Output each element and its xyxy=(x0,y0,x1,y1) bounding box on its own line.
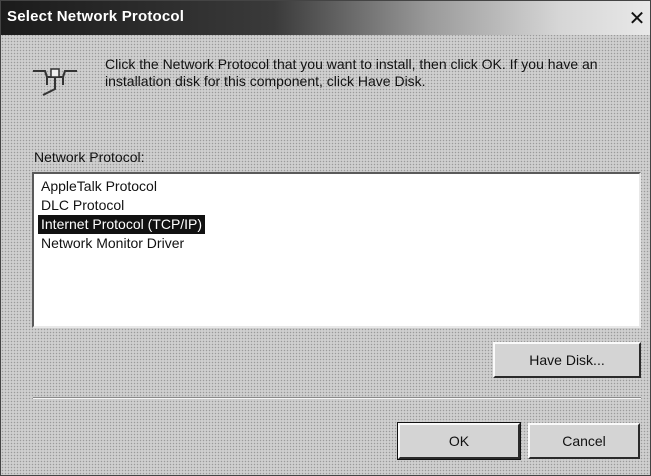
list-item[interactable]: Network Monitor Driver xyxy=(38,234,187,253)
title-bar[interactable]: Select Network Protocol ✕ xyxy=(1,1,650,35)
list-item-selected[interactable]: Internet Protocol (TCP/IP) xyxy=(38,215,206,234)
have-disk-button[interactable]: Have Disk... xyxy=(493,342,641,378)
cancel-button[interactable]: Cancel xyxy=(528,423,640,459)
network-connector-icon xyxy=(31,59,79,97)
select-network-protocol-dialog: Select Network Protocol ✕ Click the Netw… xyxy=(0,0,651,476)
list-item[interactable]: DLC Protocol xyxy=(38,196,127,215)
ok-button[interactable]: OK xyxy=(397,422,521,460)
protocol-listbox[interactable]: AppleTalk Protocol DLC Protocol Internet… xyxy=(32,172,641,328)
instruction-text: Click the Network Protocol that you want… xyxy=(105,56,598,89)
separator xyxy=(33,397,641,399)
network-protocol-label: Network Protocol: xyxy=(34,149,145,165)
close-icon[interactable]: ✕ xyxy=(626,7,648,29)
list-item[interactable]: AppleTalk Protocol xyxy=(38,177,160,196)
window-title: Select Network Protocol xyxy=(7,8,185,25)
